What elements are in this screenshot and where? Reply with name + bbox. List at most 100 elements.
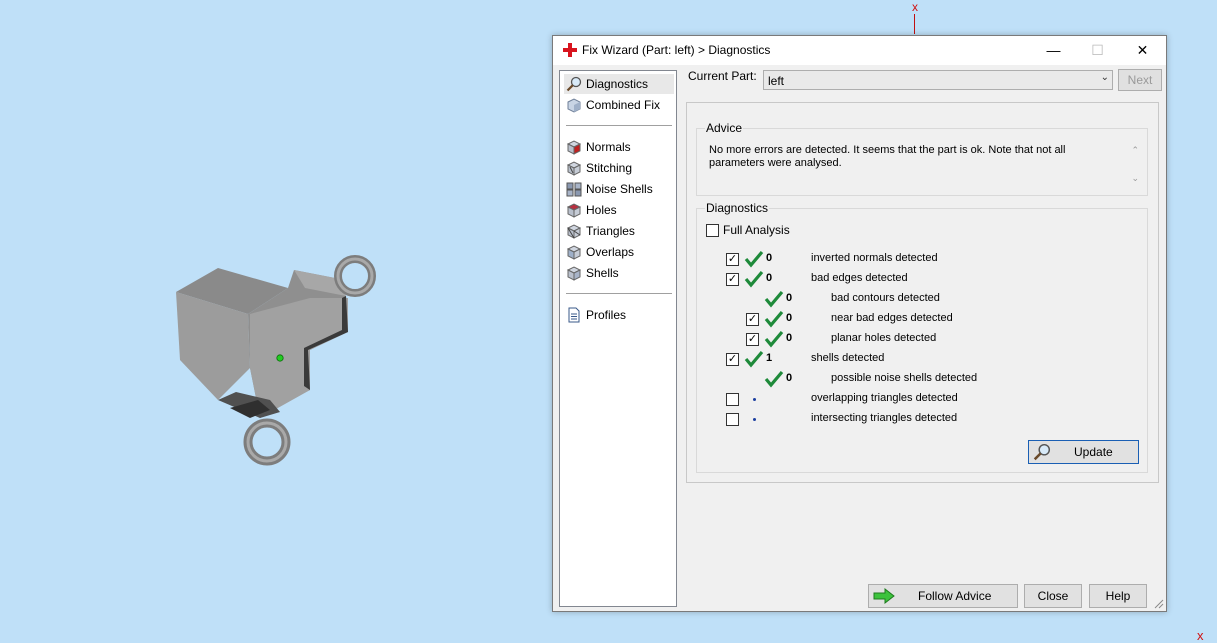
advice-group: Advice No more errors are detected. It s… bbox=[696, 121, 1148, 196]
red-cross-icon bbox=[563, 43, 577, 57]
next-button[interactable]: Next bbox=[1118, 69, 1162, 91]
combined-fix-icon bbox=[567, 98, 581, 113]
noise-shells-icon bbox=[566, 182, 582, 197]
nav-item-overlaps[interactable]: Overlaps bbox=[564, 242, 674, 262]
profiles-document-icon bbox=[568, 307, 580, 323]
pending-dot-icon bbox=[753, 418, 756, 421]
check-mark-icon bbox=[764, 370, 784, 388]
check-mark-icon bbox=[764, 330, 784, 348]
shells-cube-icon bbox=[566, 266, 582, 281]
follow-advice-label: Follow Advice bbox=[918, 589, 992, 603]
diag-count: 0 bbox=[786, 292, 793, 304]
diag-checkbox[interactable]: ✓ bbox=[726, 353, 739, 366]
diag-checkbox[interactable]: ✓ bbox=[746, 313, 759, 326]
current-part-value: left bbox=[768, 74, 785, 88]
holes-cube-icon bbox=[566, 203, 582, 218]
diag-label: intersecting triangles detected bbox=[811, 412, 958, 424]
full-analysis-label: Full Analysis bbox=[723, 223, 790, 237]
title-bar[interactable]: Fix Wizard (Part: left) > Diagnostics — … bbox=[553, 36, 1166, 65]
nav-item-profiles[interactable]: Profiles bbox=[564, 305, 674, 325]
nav-label: Combined Fix bbox=[586, 98, 661, 112]
scroll-down-icon[interactable]: ⌄ bbox=[1131, 173, 1139, 184]
diag-count: 1 bbox=[766, 352, 773, 364]
diag-count: 0 bbox=[786, 312, 793, 324]
diag-label: bad contours detected bbox=[831, 292, 940, 304]
nav-item-combined-fix[interactable]: Combined Fix bbox=[564, 95, 674, 115]
update-button[interactable]: Update bbox=[1028, 440, 1139, 464]
nav-label: Overlaps bbox=[586, 245, 635, 259]
nav-label: Stitching bbox=[586, 161, 633, 175]
current-part-select[interactable]: left ⌄ bbox=[763, 70, 1113, 90]
nav-label: Triangles bbox=[586, 224, 635, 238]
nav-item-stitching[interactable]: Stitching bbox=[564, 158, 674, 178]
nav-item-holes[interactable]: Holes bbox=[564, 200, 674, 220]
diag-label: planar holes detected bbox=[831, 332, 937, 344]
maximize-button[interactable]: ☐ bbox=[1075, 36, 1120, 65]
nav-item-normals[interactable]: Normals bbox=[564, 137, 674, 157]
diag-label: shells detected bbox=[811, 352, 885, 364]
nav-label: Holes bbox=[586, 203, 617, 217]
check-mark-icon bbox=[744, 270, 764, 288]
diag-count: 0 bbox=[766, 252, 773, 264]
diag-label: near bad edges detected bbox=[831, 312, 953, 324]
diagnostics-title: Diagnostics bbox=[705, 201, 770, 215]
full-analysis-checkbox[interactable] bbox=[706, 224, 719, 237]
minimize-button[interactable]: — bbox=[1031, 36, 1076, 65]
axis-x-label: x bbox=[912, 0, 918, 14]
resize-grip-icon[interactable] bbox=[1154, 599, 1164, 609]
part-model[interactable] bbox=[170, 250, 380, 470]
diag-checkbox[interactable]: ✓ bbox=[726, 273, 739, 286]
triangles-cube-icon bbox=[566, 224, 582, 239]
nav-item-triangles[interactable]: Triangles bbox=[564, 221, 674, 241]
check-mark-icon bbox=[744, 350, 764, 368]
nav-label: Shells bbox=[586, 266, 619, 280]
diag-count: 0 bbox=[786, 372, 793, 384]
axis-line bbox=[914, 14, 915, 34]
diag-checkbox[interactable]: ✓ bbox=[746, 333, 759, 346]
diag-count: 0 bbox=[766, 272, 773, 284]
diagnostics-group: Diagnostics Full Analysis ✓ 0 inverted n… bbox=[696, 201, 1148, 473]
fix-wizard-window: Fix Wizard (Part: left) > Diagnostics — … bbox=[552, 35, 1167, 612]
nav-label: Noise Shells bbox=[586, 182, 653, 196]
chevron-down-icon: ⌄ bbox=[1100, 72, 1109, 83]
normals-cube-icon bbox=[566, 140, 582, 155]
check-mark-icon bbox=[764, 310, 784, 328]
nav-label: Profiles bbox=[586, 308, 627, 322]
nav-label: Diagnostics bbox=[586, 77, 649, 91]
close-button[interactable]: Close bbox=[1024, 584, 1082, 608]
diag-checkbox[interactable] bbox=[726, 393, 739, 406]
nav-item-diagnostics[interactable]: Diagnostics bbox=[564, 74, 674, 94]
diag-label: possible noise shells detected bbox=[831, 372, 978, 384]
scroll-up-icon[interactable]: ⌃ bbox=[1131, 145, 1139, 156]
follow-advice-button[interactable]: Follow Advice bbox=[868, 584, 1018, 608]
current-part-label: Current Part: bbox=[688, 69, 757, 83]
pending-dot-icon bbox=[753, 398, 756, 401]
close-window-button[interactable]: ✕ bbox=[1120, 36, 1165, 65]
nav-separator bbox=[566, 293, 672, 294]
diag-count: 0 bbox=[786, 332, 793, 344]
check-mark-icon bbox=[764, 290, 784, 308]
magnifier-icon bbox=[566, 76, 582, 92]
stitching-cube-icon bbox=[566, 161, 582, 176]
diag-label: bad edges detected bbox=[811, 272, 908, 284]
nav-separator bbox=[566, 125, 672, 126]
nav-label: Normals bbox=[586, 140, 631, 154]
window-title: Fix Wizard (Part: left) > Diagnostics bbox=[582, 43, 771, 57]
axis-corner-label: x bbox=[1197, 628, 1204, 643]
magnifier-icon bbox=[1033, 443, 1051, 461]
diag-checkbox[interactable] bbox=[726, 413, 739, 426]
green-arrow-icon bbox=[873, 588, 895, 604]
diag-label: overlapping triangles detected bbox=[811, 392, 958, 404]
diag-label: inverted normals detected bbox=[811, 252, 938, 264]
overlaps-cube-icon bbox=[566, 245, 582, 260]
help-button[interactable]: Help bbox=[1089, 584, 1147, 608]
nav-item-noise-shells[interactable]: Noise Shells bbox=[564, 179, 674, 199]
advice-title: Advice bbox=[705, 121, 744, 135]
advice-text: No more errors are detected. It seems th… bbox=[709, 144, 1066, 169]
diagnostics-panel: Advice No more errors are detected. It s… bbox=[686, 102, 1159, 483]
wizard-nav: Diagnostics Combined Fix Normals Stitchi… bbox=[559, 70, 677, 607]
nav-item-shells[interactable]: Shells bbox=[564, 263, 674, 283]
diag-checkbox[interactable]: ✓ bbox=[726, 253, 739, 266]
update-label: Update bbox=[1074, 445, 1113, 459]
check-mark-icon bbox=[744, 250, 764, 268]
